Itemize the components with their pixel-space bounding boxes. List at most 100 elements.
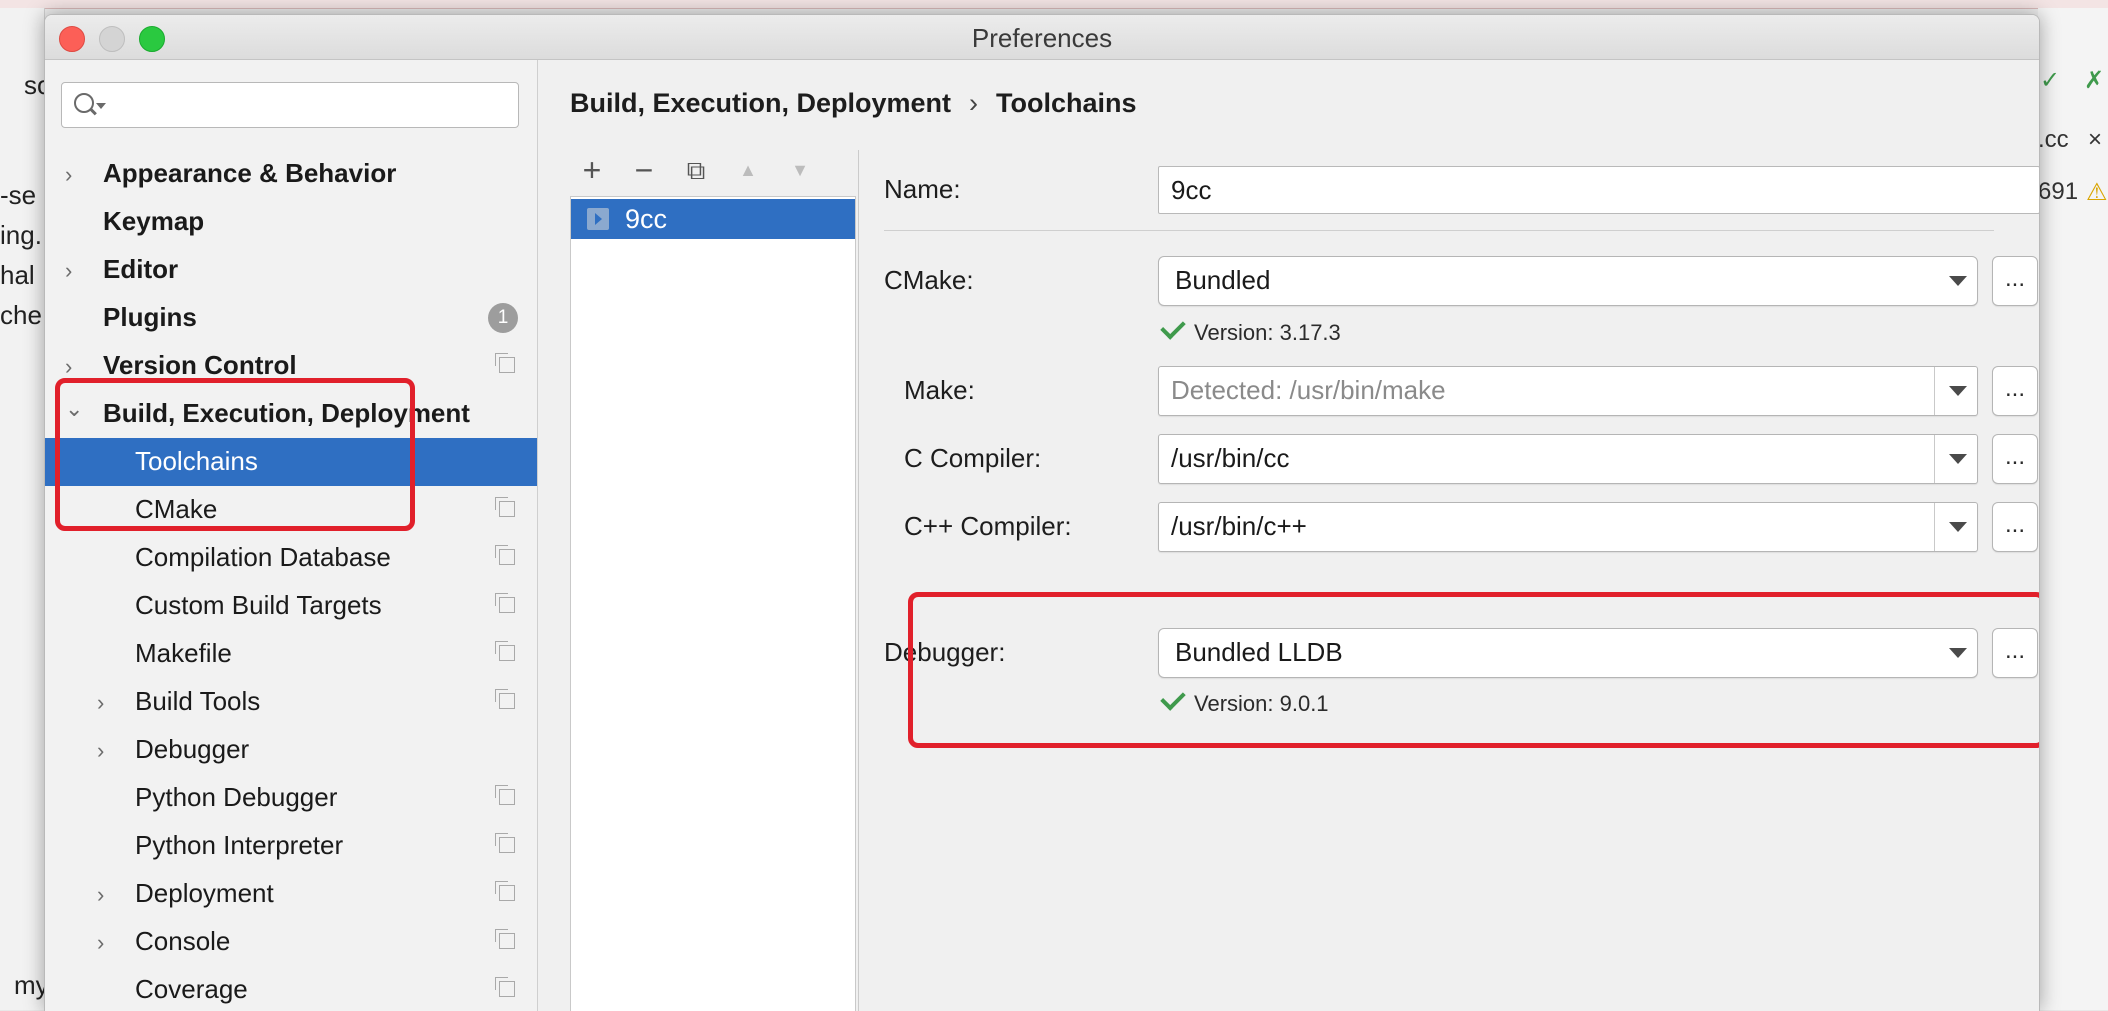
sidebar-item-label: Compilation Database bbox=[135, 542, 391, 572]
background-text: hal L bbox=[0, 260, 44, 290]
search-input[interactable] bbox=[112, 87, 512, 123]
sidebar-item-label: Makefile bbox=[135, 638, 232, 668]
sidebar-item-deployment[interactable]: › Deployment bbox=[45, 870, 537, 918]
project-level-icon bbox=[495, 497, 515, 517]
toolchain-list-panel: + − ⧉ ▲ ▼ 9cc bbox=[570, 150, 856, 1011]
divider bbox=[1934, 367, 1935, 415]
sidebar-item-editor[interactable]: › Editor bbox=[45, 246, 537, 294]
project-level-icon bbox=[495, 353, 515, 373]
sidebar-item-console[interactable]: › Console bbox=[45, 918, 537, 966]
sidebar-item-python-debugger[interactable]: Python Debugger bbox=[45, 774, 537, 822]
cmake-select[interactable]: Bundled bbox=[1158, 256, 1978, 306]
sidebar-item-makefile[interactable]: Makefile bbox=[45, 630, 537, 678]
chevron-down-icon bbox=[96, 103, 106, 109]
breadcrumb-parent[interactable]: Build, Execution, Deployment bbox=[570, 88, 951, 118]
sidebar-item-python-interpreter[interactable]: Python Interpreter bbox=[45, 822, 537, 870]
sidebar-item-build-execution-deployment[interactable]: ⌄ Build, Execution, Deployment bbox=[45, 390, 537, 438]
background-text: my bbox=[14, 970, 44, 1000]
sidebar-item-label: Python Interpreter bbox=[135, 830, 344, 860]
make-placeholder: Detected: /usr/bin/make bbox=[1171, 375, 1446, 405]
background-text: so bbox=[24, 70, 44, 100]
chevron-right-icon[interactable]: › bbox=[97, 738, 104, 764]
chevron-down-icon[interactable]: ⌄ bbox=[65, 396, 83, 422]
breadcrumb: Build, Execution, Deployment › Toolchains bbox=[570, 88, 1137, 119]
debugger-select-value: Bundled LLDB bbox=[1175, 637, 1343, 667]
project-level-icon bbox=[495, 641, 515, 661]
sidebar-item-label: Plugins bbox=[103, 302, 197, 332]
window-title: Preferences bbox=[971, 23, 1113, 53]
sidebar-item-plugins[interactable]: Plugins 1 bbox=[45, 294, 537, 342]
sidebar-item-cmake[interactable]: CMake bbox=[45, 486, 537, 534]
cmake-label: CMake: bbox=[884, 265, 974, 295]
sidebar-item-label: Python Debugger bbox=[135, 782, 338, 812]
chevron-down-icon[interactable] bbox=[1949, 522, 1967, 532]
remove-icon[interactable]: − bbox=[624, 150, 664, 190]
preferences-window: Preferences › Appearance & Behavior Keym… bbox=[44, 14, 2040, 1011]
close-icon: ✗ bbox=[2084, 67, 2105, 94]
list-item[interactable]: 9cc bbox=[571, 199, 855, 239]
project-level-icon bbox=[495, 881, 515, 901]
panel-splitter[interactable] bbox=[858, 150, 859, 1011]
c-compiler-field[interactable]: /usr/bin/cc bbox=[1158, 434, 1978, 484]
cmake-select-value: Bundled bbox=[1175, 265, 1271, 295]
chevron-right-icon[interactable]: › bbox=[97, 882, 104, 908]
title-bar: Preferences bbox=[45, 15, 2039, 60]
background-tab-text: .cc bbox=[2038, 126, 2069, 153]
check-icon bbox=[1160, 685, 1186, 711]
make-label: Make: bbox=[904, 375, 975, 405]
sidebar-item-compilation-database[interactable]: Compilation Database bbox=[45, 534, 537, 582]
project-level-icon bbox=[495, 545, 515, 565]
settings-search[interactable] bbox=[61, 82, 519, 128]
move-up-icon[interactable]: ▲ bbox=[728, 150, 768, 190]
chevron-right-icon[interactable]: › bbox=[65, 258, 72, 284]
check-icon bbox=[1160, 314, 1186, 340]
chevron-right-icon[interactable]: › bbox=[97, 930, 104, 956]
move-down-icon[interactable]: ▼ bbox=[780, 150, 820, 190]
sidebar-item-label: Version Control bbox=[103, 350, 297, 380]
toolchain-name: 9cc bbox=[625, 204, 668, 234]
debugger-browse-button[interactable]: ... bbox=[1992, 628, 2038, 678]
make-browse-button[interactable]: ... bbox=[1992, 366, 2038, 416]
divider bbox=[1934, 435, 1935, 483]
sidebar-item-version-control[interactable]: › Version Control bbox=[45, 342, 537, 390]
sidebar-item-build-tools[interactable]: › Build Tools bbox=[45, 678, 537, 726]
cpp-compiler-browse-button[interactable]: ... bbox=[1992, 502, 2038, 552]
name-input[interactable] bbox=[1169, 172, 2033, 208]
sidebar-item-keymap[interactable]: Keymap bbox=[45, 198, 537, 246]
chevron-down-icon bbox=[1949, 276, 1967, 286]
project-level-icon bbox=[495, 929, 515, 949]
close-icon: × bbox=[2088, 126, 2103, 153]
sidebar-item-appearance[interactable]: › Appearance & Behavior bbox=[45, 150, 537, 198]
chevron-right-icon[interactable]: › bbox=[65, 162, 72, 188]
chevron-right-icon[interactable]: › bbox=[97, 690, 104, 716]
c-compiler-browse-button[interactable]: ... bbox=[1992, 434, 2038, 484]
sidebar-item-label: Editor bbox=[103, 254, 179, 284]
cpp-compiler-value: /usr/bin/c++ bbox=[1171, 511, 1307, 541]
project-level-icon bbox=[495, 785, 515, 805]
name-field[interactable] bbox=[1158, 166, 2039, 214]
sidebar-item-label: CMake bbox=[135, 494, 218, 524]
sidebar-item-coverage[interactable]: Coverage bbox=[45, 966, 537, 1011]
sidebar-item-debugger[interactable]: › Debugger bbox=[45, 726, 537, 774]
make-field[interactable]: Detected: /usr/bin/make bbox=[1158, 366, 1978, 416]
cpp-compiler-field[interactable]: /usr/bin/c++ bbox=[1158, 502, 1978, 552]
debugger-select[interactable]: Bundled LLDB bbox=[1158, 628, 1978, 678]
warning-icon: ⚠ bbox=[2086, 179, 2108, 206]
sidebar-item-label: Build, Execution, Deployment bbox=[103, 398, 470, 428]
add-icon[interactable]: + bbox=[572, 150, 612, 190]
chevron-down-icon[interactable] bbox=[1949, 386, 1967, 396]
sidebar-item-label: Debugger bbox=[135, 734, 250, 764]
chevron-right-icon[interactable]: › bbox=[65, 354, 72, 380]
chevron-down-icon[interactable] bbox=[1949, 454, 1967, 464]
update-count-badge: 1 bbox=[488, 303, 518, 333]
sidebar-item-label: Keymap bbox=[103, 206, 205, 236]
cmake-browse-button[interactable]: ... bbox=[1992, 256, 2038, 306]
cmake-version: Version: 3.17.3 bbox=[1194, 320, 1341, 345]
toolchains-page: Build, Execution, Deployment › Toolchains … bbox=[538, 60, 2039, 1011]
sidebar-item-custom-build-targets[interactable]: Custom Build Targets bbox=[45, 582, 537, 630]
copy-icon[interactable]: ⧉ bbox=[676, 150, 716, 190]
project-level-icon bbox=[495, 593, 515, 613]
divider bbox=[884, 230, 1994, 231]
sidebar-item-label: Console bbox=[135, 926, 231, 956]
sidebar-item-toolchains[interactable]: Toolchains bbox=[45, 438, 537, 486]
